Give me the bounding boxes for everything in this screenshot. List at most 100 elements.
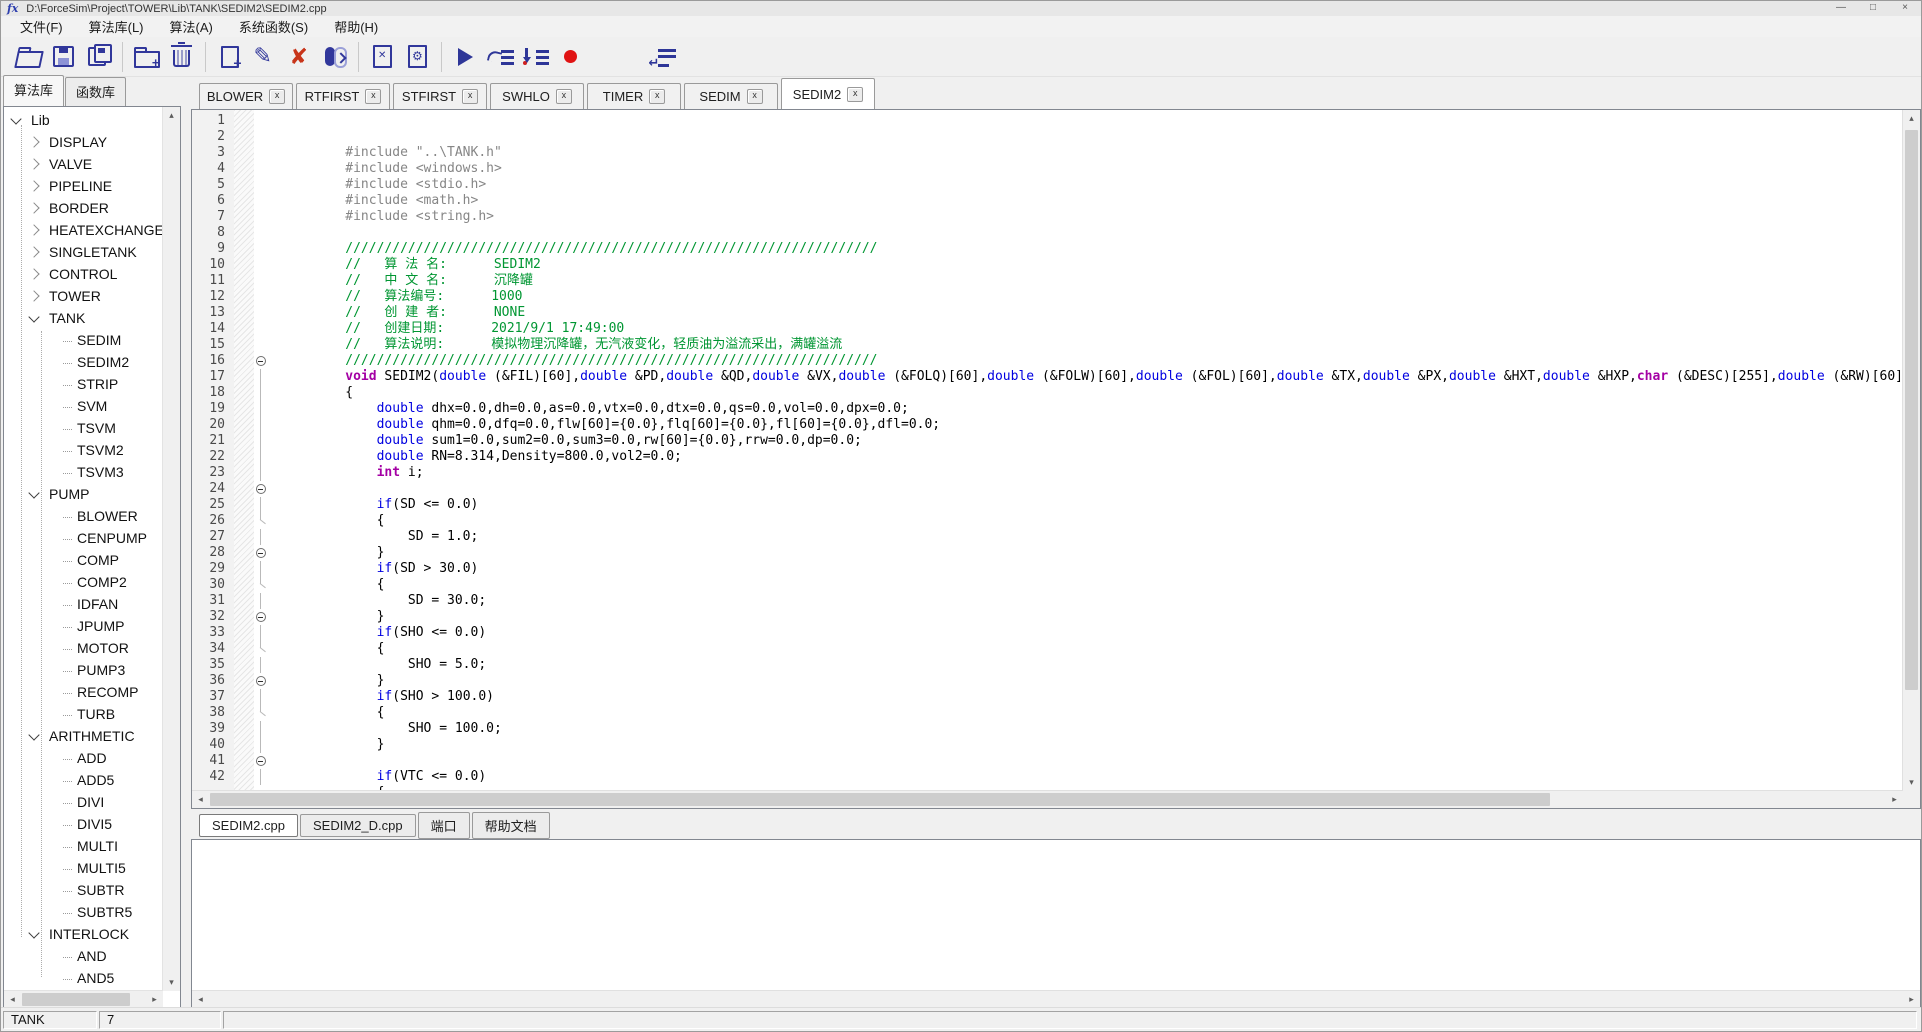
fold-marker[interactable]: [254, 369, 267, 385]
tree-item[interactable]: BLOWER: [4, 505, 163, 527]
tree-item[interactable]: AND: [4, 945, 163, 967]
fold-marker[interactable]: [254, 481, 267, 497]
minimize-button[interactable]: —: [1825, 1, 1857, 16]
tree-item[interactable]: PUMP: [4, 483, 163, 505]
tree-item[interactable]: IDFAN: [4, 593, 163, 615]
fold-marker[interactable]: [254, 257, 267, 273]
tree-item[interactable]: ADD5: [4, 769, 163, 791]
chevron-icon[interactable]: [10, 113, 21, 124]
chevron-icon[interactable]: [28, 136, 39, 147]
chevron-icon[interactable]: [28, 180, 39, 191]
fold-marker[interactable]: [254, 225, 267, 241]
fold-marker[interactable]: [254, 609, 267, 625]
scroll-left-icon[interactable]: [192, 791, 209, 808]
fold-marker[interactable]: [254, 433, 267, 449]
chevron-icon[interactable]: [28, 487, 39, 498]
scroll-right-icon[interactable]: [1903, 991, 1920, 1008]
sidebar-vertical-scrollbar[interactable]: [162, 107, 180, 991]
save-button[interactable]: [47, 41, 80, 73]
tree-item[interactable]: AND5: [4, 967, 163, 989]
tree-item[interactable]: RECOMP: [4, 681, 163, 703]
new-algorithm-button[interactable]: [213, 41, 246, 73]
tree-item[interactable]: STRIP: [4, 373, 163, 395]
fold-marker[interactable]: [254, 497, 267, 513]
tree-item[interactable]: MULTI: [4, 835, 163, 857]
tree-item[interactable]: DISPLAY: [4, 131, 163, 153]
chevron-icon[interactable]: [28, 246, 39, 257]
chevron-icon[interactable]: [28, 268, 39, 279]
editor-vertical-scrollbar[interactable]: [1902, 110, 1920, 791]
delete-library-button[interactable]: [165, 41, 198, 73]
chevron-icon[interactable]: [28, 729, 39, 740]
menu-item[interactable]: 帮助(H): [321, 15, 391, 38]
tree-item[interactable]: Lib: [4, 109, 163, 131]
fold-marker[interactable]: [254, 161, 267, 177]
tree-item[interactable]: TSVM2: [4, 439, 163, 461]
fold-marker[interactable]: [254, 305, 267, 321]
close-tab-icon[interactable]: x: [365, 89, 381, 104]
tree-item[interactable]: CENPUMP: [4, 527, 163, 549]
close-tab-icon[interactable]: x: [747, 89, 763, 104]
tree-item[interactable]: TURB: [4, 703, 163, 725]
tree-item[interactable]: MOTOR: [4, 637, 163, 659]
scroll-up-icon[interactable]: [163, 107, 180, 124]
chevron-icon[interactable]: [28, 158, 39, 169]
close-tab-icon[interactable]: x: [462, 89, 478, 104]
fold-marker[interactable]: [254, 129, 267, 145]
fold-marker[interactable]: [254, 673, 267, 689]
chevron-icon[interactable]: [28, 927, 39, 938]
menu-item[interactable]: 算法(A): [157, 15, 226, 38]
close-tab-icon[interactable]: x: [269, 89, 285, 104]
output-horizontal-scrollbar[interactable]: [192, 990, 1920, 1008]
maximize-button[interactable]: □: [1857, 1, 1889, 16]
tree-item[interactable]: SINGLETANK: [4, 241, 163, 263]
fold-marker[interactable]: [254, 657, 267, 673]
fold-marker[interactable]: [254, 449, 267, 465]
fold-marker[interactable]: [254, 561, 267, 577]
fold-marker[interactable]: [254, 737, 267, 753]
fold-marker[interactable]: [254, 193, 267, 209]
step-over-button[interactable]: [484, 41, 517, 73]
fold-marker[interactable]: [254, 273, 267, 289]
menu-item[interactable]: 系统函数(S): [226, 15, 321, 38]
format-lines-button[interactable]: [647, 41, 680, 73]
fold-marker[interactable]: [254, 625, 267, 641]
editor-tab[interactable]: SEDIM2 x: [781, 78, 875, 109]
scroll-down-icon[interactable]: [163, 974, 180, 991]
menu-item[interactable]: 算法库(L): [76, 15, 157, 38]
chevron-icon[interactable]: [28, 202, 39, 213]
fold-marker[interactable]: [254, 241, 267, 257]
scroll-right-icon[interactable]: [146, 991, 163, 1008]
tree-item[interactable]: COMP: [4, 549, 163, 571]
fold-marker[interactable]: [254, 465, 267, 481]
tree-item[interactable]: ADD: [4, 747, 163, 769]
fold-marker[interactable]: [254, 417, 267, 433]
fold-marker[interactable]: [254, 289, 267, 305]
scrollbar-thumb[interactable]: [1905, 130, 1918, 690]
code-editor[interactable]: 1 #include "..\TANK.h" 2 #include <windo…: [191, 109, 1921, 809]
tree-item[interactable]: SUBTR5: [4, 901, 163, 923]
chevron-icon[interactable]: [28, 290, 39, 301]
close-tab-icon[interactable]: x: [556, 89, 572, 104]
tree-item[interactable]: COMP2: [4, 571, 163, 593]
fold-marker[interactable]: [254, 401, 267, 417]
tree-item[interactable]: TSVM3: [4, 461, 163, 483]
export-database-button[interactable]: [318, 41, 351, 73]
editor-tab[interactable]: STFIRST x: [393, 83, 487, 109]
scroll-left-icon[interactable]: [192, 991, 209, 1008]
menu-item[interactable]: 文件(F): [7, 15, 76, 38]
tree-item[interactable]: SEDIM2: [4, 351, 163, 373]
close-tab-icon[interactable]: x: [649, 89, 665, 104]
fold-marker[interactable]: [254, 593, 267, 609]
scrollbar-thumb[interactable]: [22, 993, 130, 1006]
fold-marker[interactable]: [254, 721, 267, 737]
editor-tab[interactable]: SWHLO x: [490, 83, 584, 109]
scroll-right-icon[interactable]: [1886, 791, 1903, 808]
tree-item[interactable]: CONTROL: [4, 263, 163, 285]
tree-item[interactable]: MULTI5: [4, 857, 163, 879]
tree-item[interactable]: ARITHMETIC: [4, 725, 163, 747]
tree-item[interactable]: JPUMP: [4, 615, 163, 637]
fold-marker[interactable]: [254, 529, 267, 545]
record-button[interactable]: [554, 41, 587, 73]
bottom-tab[interactable]: 帮助文档: [472, 812, 550, 839]
